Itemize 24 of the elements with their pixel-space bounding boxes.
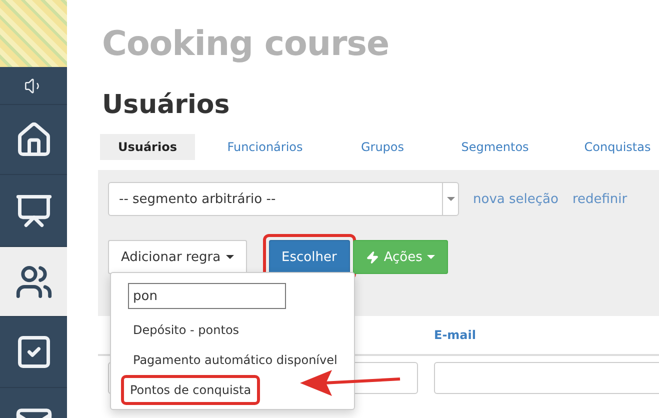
search-field[interactable]: pon [128,283,286,309]
link[interactable]: nova seleção [473,192,558,206]
menu-item[interactable]: Pagamento automático disponível [124,345,346,375]
pattern-block [0,0,67,67]
page-heading: Usuários [102,90,231,120]
link[interactable]: redefinir [572,192,628,206]
tab[interactable]: Usuários [100,134,195,160]
menu-item[interactable]: Pontos de conquista [121,375,260,405]
sidebar-item[interactable] [0,247,67,317]
tab[interactable]: Funcionários [195,134,335,160]
choose-button[interactable]: Escolher [268,240,350,274]
app-title: Cooking course [102,24,390,64]
lightning-icon [366,250,379,264]
actions-button[interactable]: Ações [352,240,448,274]
tab[interactable]: Segmentos [430,134,560,160]
tab[interactable]: Grupos [335,134,430,160]
caret-icon [427,255,436,259]
filter-input[interactable] [434,362,659,394]
tab[interactable]: Conquistas [560,134,659,160]
menu-item[interactable]: Depósito - pontos [124,315,248,345]
caret-icon [446,197,454,201]
add-rule-button[interactable]: Adicionar regra [108,240,247,274]
segment-select[interactable]: -- segmento arbitrário -- [108,182,459,216]
caret-icon [226,255,234,259]
